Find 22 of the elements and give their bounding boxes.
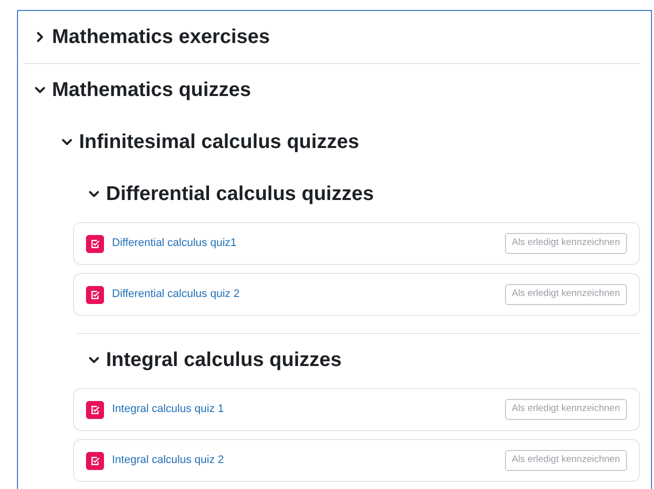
chevron-right-icon[interactable]: [34, 31, 46, 43]
quiz-icon: [86, 286, 104, 304]
section-title[interactable]: Differential calculus quizzes: [106, 182, 374, 206]
section-title[interactable]: Integral calculus quizzes: [106, 348, 342, 372]
activity-link[interactable]: Integral calculus quiz 2: [112, 452, 224, 469]
quiz-icon: [86, 234, 104, 252]
chevron-down-icon[interactable]: [88, 188, 100, 200]
mark-done-button[interactable]: Als erledigt kennzeichnen: [504, 284, 627, 305]
chevron-down-icon[interactable]: [88, 354, 100, 366]
mark-done-button[interactable]: Als erledigt kennzeichnen: [504, 450, 627, 471]
mark-done-button[interactable]: Als erledigt kennzeichnen: [504, 399, 627, 420]
chevron-down-icon[interactable]: [34, 84, 46, 96]
quiz-icon: [86, 400, 104, 418]
activity-link[interactable]: Differential calculus quiz1: [112, 235, 237, 252]
chevron-down-icon[interactable]: [61, 136, 73, 148]
activity-link[interactable]: Differential calculus quiz 2: [112, 286, 240, 303]
mark-done-button[interactable]: Als erledigt kennzeichnen: [504, 233, 627, 254]
section-title[interactable]: Mathematics exercises: [52, 25, 270, 49]
quiz-icon: [86, 452, 104, 470]
section-title[interactable]: Infinitesimal calculus quizzes: [79, 130, 360, 154]
section-title[interactable]: Mathematics quizzes: [52, 78, 251, 102]
activity-link[interactable]: Integral calculus quiz 1: [112, 401, 224, 418]
